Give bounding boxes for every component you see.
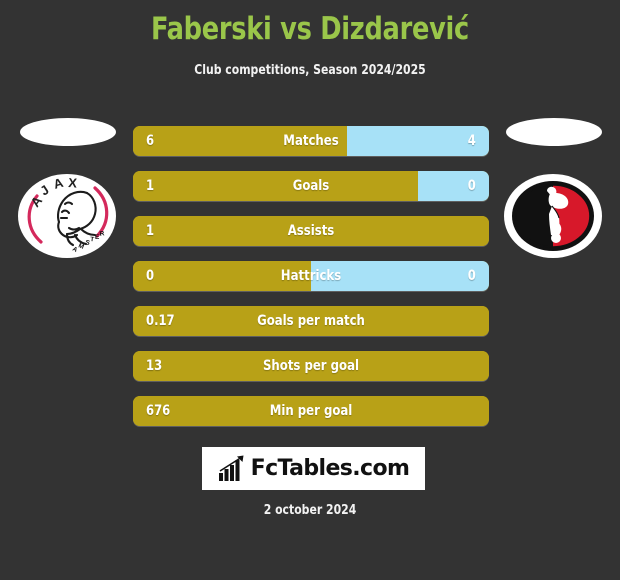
fctables-logo-text: FcTables.com (250, 456, 410, 481)
bar-chart-icon (218, 455, 244, 481)
page-title: Faberski vs Dizdarević (150, 11, 470, 47)
stat-row: 0.17 Goals per match (133, 306, 489, 336)
sparta-rotterdam-crest-icon (504, 174, 602, 258)
svg-text:T: T (90, 236, 95, 243)
away-team-crest-column (498, 118, 608, 298)
stat-row: 0 Hattricks 0 (133, 261, 489, 291)
generated-date: 2 october 2024 (263, 503, 357, 518)
svg-text:X: X (68, 175, 78, 191)
stat-label: Min per goal (269, 403, 353, 419)
stat-row: 6 Matches 4 (133, 126, 489, 156)
sparta-rotterdam-crest (503, 166, 603, 266)
home-team-crest-column: A J A X A M S T E R (12, 118, 122, 298)
home-crest-highlight-ellipse (20, 118, 116, 146)
fctables-logo[interactable]: FcTables.com (202, 447, 425, 490)
away-crest-highlight-ellipse (506, 118, 602, 146)
stat-label: Shots per goal (262, 358, 360, 374)
away-stat-value: 0 (467, 178, 476, 194)
stat-row: 676 Min per goal (133, 396, 489, 426)
stat-label: Assists (287, 223, 335, 239)
header: Faberski vs Dizdarević Club competitions… (0, 0, 620, 79)
ajax-amsterdam-crest: A J A X A M S T E R (17, 166, 117, 266)
stat-label: Goals (292, 178, 330, 194)
stat-label: Matches (283, 133, 339, 149)
page-subtitle: Club competitions, Season 2024/2025 (194, 63, 426, 78)
stats-comparison-list: 6 Matches 4 1 Goals 0 1 Assists 0 Hattri… (133, 126, 489, 441)
stat-row: 13 Shots per goal (133, 351, 489, 381)
ajax-amsterdam-crest-icon: A J A X A M S T E R (18, 174, 116, 258)
stat-label: Hattricks (280, 268, 342, 284)
away-stat-value: 0 (467, 268, 476, 284)
stat-row: 1 Assists (133, 216, 489, 246)
stat-row: 1 Goals 0 (133, 171, 489, 201)
stat-label: Goals per match (257, 313, 365, 329)
away-stat-value: 4 (467, 133, 476, 149)
